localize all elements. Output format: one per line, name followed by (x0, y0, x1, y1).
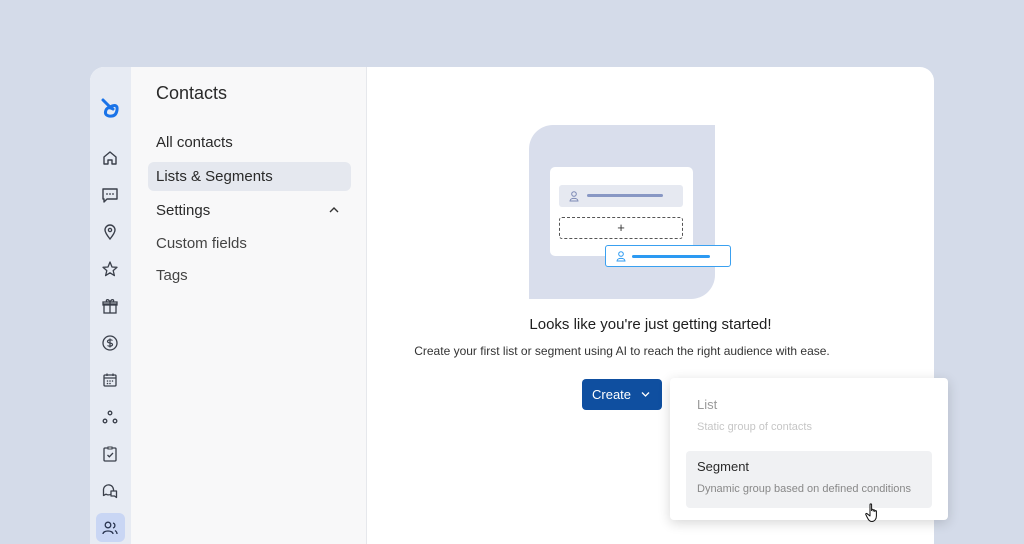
create-button[interactable]: Create (582, 379, 662, 410)
hand-pointer-icon (865, 503, 877, 522)
user-icon (616, 251, 626, 262)
contacts-sidebar: Contacts All contacts Lists & Segments S… (131, 67, 367, 544)
checklist-icon[interactable] (99, 443, 121, 465)
empty-state-subline: Create your first list or segment using … (414, 344, 830, 358)
contacts-icon[interactable] (99, 517, 121, 539)
sidebar-item-settings[interactable]: Settings (148, 196, 351, 225)
dollar-icon[interactable] (99, 332, 121, 354)
illustration-add-slot: + (559, 217, 683, 239)
sidebar-item-label: Custom fields (156, 235, 247, 252)
gift-icon[interactable] (99, 295, 121, 317)
sidebar-item-label: Settings (156, 202, 211, 219)
illustration-card (550, 167, 693, 256)
menu-item-segment[interactable]: Segment Dynamic group based on defined c… (686, 451, 932, 508)
menu-item-description: Static group of contacts (697, 421, 812, 433)
menu-item-title: List (697, 397, 718, 412)
location-pin-icon[interactable] (99, 221, 121, 243)
sidebar-item-label: Tags (156, 267, 188, 284)
nodes-icon[interactable] (99, 406, 121, 428)
sidebar-item-all-contacts[interactable]: All contacts (148, 128, 351, 157)
chevron-down-icon (641, 392, 650, 397)
calendar-icon[interactable] (99, 369, 121, 391)
menu-item-title: Segment (697, 459, 750, 474)
menu-item-list[interactable]: List Static group of contacts (686, 389, 932, 446)
brand-logo-icon[interactable] (98, 97, 122, 121)
star-icon[interactable] (99, 258, 121, 280)
create-dropdown-menu: List Static group of contacts Segment Dy… (670, 378, 948, 520)
menu-item-description: Dynamic group based on defined condition… (697, 483, 912, 495)
sidebar-item-label: Lists & Segments (156, 168, 273, 185)
illustration-highlighted-row (605, 245, 731, 267)
home-icon[interactable] (99, 147, 121, 169)
messages-icon[interactable] (99, 480, 121, 502)
sidebar-item-label: All contacts (156, 134, 233, 151)
illustration-row (559, 185, 683, 207)
icon-rail (90, 67, 131, 544)
create-button-label: Create (592, 387, 632, 402)
user-icon (569, 191, 579, 202)
sidebar-title: Contacts (156, 83, 228, 103)
sidebar-item-lists-segments[interactable]: Lists & Segments (148, 162, 351, 191)
illustration-bar (632, 255, 710, 258)
empty-state-headline: Looks like you're just getting started! (529, 316, 772, 333)
sidebar-item-custom-fields[interactable]: Custom fields (148, 229, 351, 258)
sidebar-item-tags[interactable]: Tags (148, 261, 351, 290)
illustration-bar (587, 194, 663, 197)
chevron-up-icon (329, 207, 339, 213)
chat-icon[interactable] (99, 184, 121, 206)
